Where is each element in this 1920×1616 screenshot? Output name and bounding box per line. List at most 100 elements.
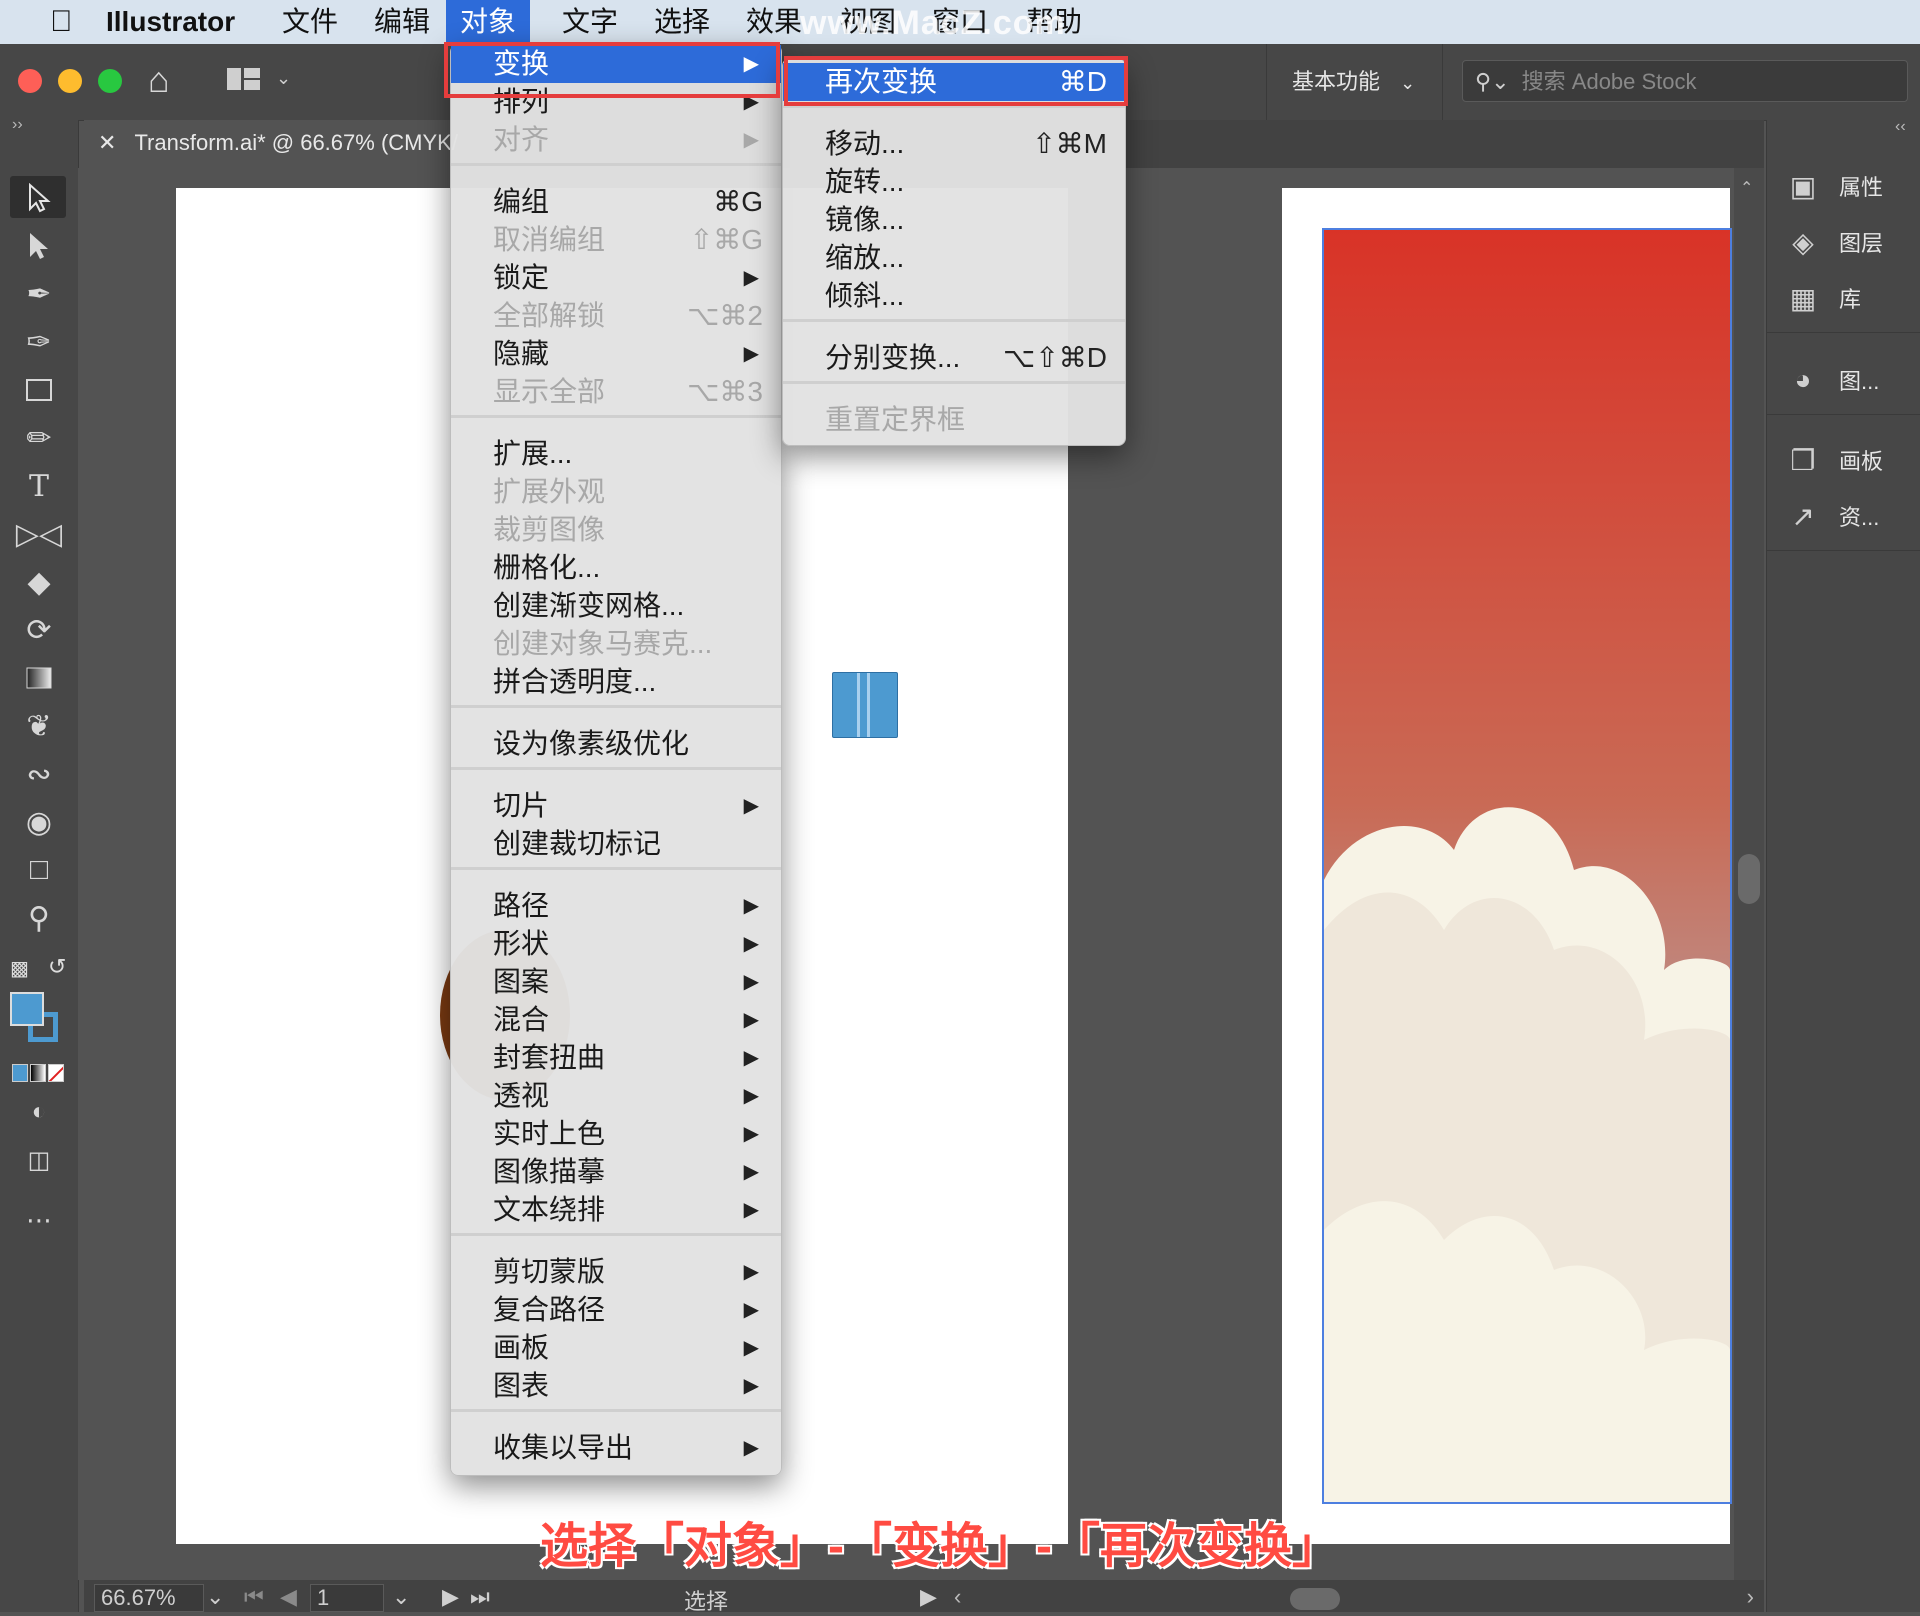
object-menu-item[interactable]: 混合 ▶: [451, 1001, 781, 1039]
color-mode-buttons[interactable]: [12, 1064, 64, 1082]
artboard-tool-icon[interactable]: □: [14, 850, 64, 890]
reflect-tool-icon[interactable]: ▷◁: [14, 514, 64, 554]
workspace-switcher[interactable]: 基本功能 ⌄: [1292, 64, 1415, 96]
screen-mode-icon[interactable]: ◫: [14, 1140, 64, 1180]
selected-rectangle[interactable]: [832, 672, 898, 738]
h-scroll-thumb[interactable]: [1290, 1588, 1340, 1610]
artboard-number-field[interactable]: 1: [310, 1584, 384, 1612]
fill-color-swatch[interactable]: [10, 992, 44, 1026]
object-menu-item[interactable]: 复合路径 ▶: [451, 1291, 781, 1329]
home-icon[interactable]: ⌂: [148, 60, 188, 100]
collapse-panel-icon[interactable]: ››: [12, 116, 23, 134]
transform-menu-item[interactable]: 分别变换... ⌥⇧⌘D: [783, 339, 1125, 377]
gradient-tool-icon[interactable]: [14, 658, 64, 698]
menubar-item[interactable]: 选择: [640, 0, 724, 44]
blend-tool-icon[interactable]: ∾: [14, 754, 64, 794]
asset-export-panel-button[interactable]: ↗ 资...: [1785, 494, 1879, 538]
object-menu-item[interactable]: 图案 ▶: [451, 963, 781, 1001]
layers-panel-button[interactable]: ◈ 图层: [1785, 220, 1883, 264]
object-menu-item[interactable]: 路径 ▶: [451, 887, 781, 925]
stock-search-input[interactable]: ⚲⌄ 搜索 Adobe Stock: [1462, 60, 1908, 102]
type-tool-icon[interactable]: T: [14, 466, 64, 506]
object-menu-item[interactable]: 拼合透明度...: [451, 663, 781, 701]
shape-builder-tool-icon[interactable]: ◉: [14, 802, 64, 842]
zoom-dropdown-icon[interactable]: ⌄: [206, 1584, 224, 1610]
menubar-item[interactable]: 文字: [548, 0, 632, 44]
close-tab-icon[interactable]: ✕: [98, 130, 116, 155]
menu-item-label: 封套扭曲: [493, 1042, 606, 1073]
eyedropper-tool-icon[interactable]: ❦: [14, 706, 64, 746]
object-menu-item[interactable]: 变换 ▶: [451, 45, 781, 83]
object-menu-item[interactable]: 图像描摹 ▶: [451, 1153, 781, 1191]
rectangle-tool-icon[interactable]: [14, 370, 64, 410]
selection-tool-icon[interactable]: [14, 178, 64, 218]
apple-icon[interactable]: : [36, 0, 87, 44]
object-menu-item[interactable]: 切片 ▶: [451, 787, 781, 825]
chevron-down-icon[interactable]: ⌄: [276, 68, 291, 89]
pen-tool-icon[interactable]: ✒: [14, 274, 64, 314]
draw-mode-icon[interactable]: ◐: [14, 1092, 64, 1132]
object-menu-item[interactable]: 创建渐变网格...: [451, 587, 781, 625]
object-menu-item[interactable]: 扩展...: [451, 435, 781, 473]
arrange-documents-icon[interactable]: [226, 64, 262, 94]
object-menu-item[interactable]: 编组 ⌘G: [451, 183, 781, 221]
object-menu-item[interactable]: 实时上色 ▶: [451, 1115, 781, 1153]
object-menu-item[interactable]: 收集以导出 ▶: [451, 1429, 781, 1467]
object-menu-item[interactable]: 图表 ▶: [451, 1367, 781, 1405]
last-artboard-icon[interactable]: ⏭: [470, 1584, 490, 1610]
object-menu-item[interactable]: 锁定 ▶: [451, 259, 781, 297]
object-menu-item[interactable]: 形状 ▶: [451, 925, 781, 963]
appearance-panel-button[interactable]: ◕ 图...: [1785, 358, 1880, 402]
transform-menu-item[interactable]: 移动... ⇧⌘M: [783, 125, 1125, 163]
object-menu-item[interactable]: 设为像素级优化: [451, 725, 781, 763]
collapse-dock-icon[interactable]: ‹‹: [1895, 118, 1906, 136]
more-tools-icon[interactable]: ⋯: [14, 1200, 64, 1240]
menu-item-label: 图案: [493, 966, 550, 997]
zoom-field[interactable]: 66.67%: [94, 1584, 204, 1612]
object-menu-item[interactable]: 画板 ▶: [451, 1329, 781, 1367]
eraser-tool-icon[interactable]: ◆: [14, 562, 64, 602]
artboard-dropdown-icon[interactable]: ⌄: [392, 1584, 410, 1610]
lasso-tool-icon[interactable]: ⟳: [14, 610, 64, 650]
artboards-panel-button[interactable]: ❐ 画板: [1785, 438, 1883, 482]
paintbrush-tool-icon[interactable]: ✏: [14, 418, 64, 458]
properties-panel-button[interactable]: ▣ 属性: [1785, 164, 1883, 208]
libraries-panel-button[interactable]: ▦ 库: [1785, 276, 1861, 320]
object-menu-item[interactable]: 封套扭曲 ▶: [451, 1039, 781, 1077]
status-menu-icon[interactable]: ▶: [920, 1584, 937, 1610]
menubar-item[interactable]: 对象: [446, 0, 531, 44]
direct-selection-tool-icon[interactable]: [14, 226, 64, 266]
object-menu-item[interactable]: 剪切蒙版 ▶: [451, 1253, 781, 1291]
swap-colors-icon[interactable]: ↺: [48, 954, 66, 980]
object-menu-item[interactable]: 透视 ▶: [451, 1077, 781, 1115]
transform-menu-item[interactable]: 镜像...: [783, 201, 1125, 239]
curvature-tool-icon[interactable]: ✑: [14, 322, 64, 362]
menubar-item[interactable]: 文件: [268, 0, 352, 44]
transform-menu-item[interactable]: 缩放...: [783, 239, 1125, 277]
transform-menu-item[interactable]: 倾斜...: [783, 277, 1125, 315]
previous-artboard-icon[interactable]: ◀: [280, 1584, 297, 1610]
vertical-scrollbar[interactable]: ⌃: [1734, 168, 1764, 1580]
document-tab[interactable]: ✕ Transform.ai* @ 66.67% (CMYK/: [84, 120, 472, 168]
menu-item-label: 图表: [493, 1370, 550, 1401]
scroll-thumb[interactable]: [1738, 854, 1760, 904]
sky-illustration[interactable]: [1322, 228, 1732, 1504]
menubar-item[interactable]: 编辑: [360, 0, 444, 44]
object-menu-item[interactable]: 创建裁切标记: [451, 825, 781, 863]
transform-menu-item[interactable]: 再次变换 ⌘D: [783, 63, 1125, 101]
close-window-button[interactable]: [18, 69, 42, 93]
object-menu-item[interactable]: 排列 ▶: [451, 83, 781, 121]
object-menu-item[interactable]: 栅格化...: [451, 549, 781, 587]
transform-menu-item[interactable]: 旋转...: [783, 163, 1125, 201]
zoom-window-button[interactable]: [98, 69, 122, 93]
first-artboard-icon[interactable]: ⏮: [244, 1584, 264, 1610]
zoom-tool-icon[interactable]: ⚲: [14, 898, 64, 938]
default-colors-icon[interactable]: ▩: [10, 956, 29, 981]
minimize-window-button[interactable]: [58, 69, 82, 93]
object-menu-item[interactable]: 文本绕排 ▶: [451, 1191, 781, 1229]
next-artboard-icon[interactable]: ▶: [442, 1584, 459, 1610]
horizontal-scrollbar[interactable]: ‹ ›: [954, 1584, 1754, 1610]
menubar-item[interactable]: Illustrator: [92, 0, 249, 44]
submenu-arrow-icon: ▶: [743, 795, 759, 817]
object-menu-item[interactable]: 隐藏 ▶: [451, 335, 781, 373]
